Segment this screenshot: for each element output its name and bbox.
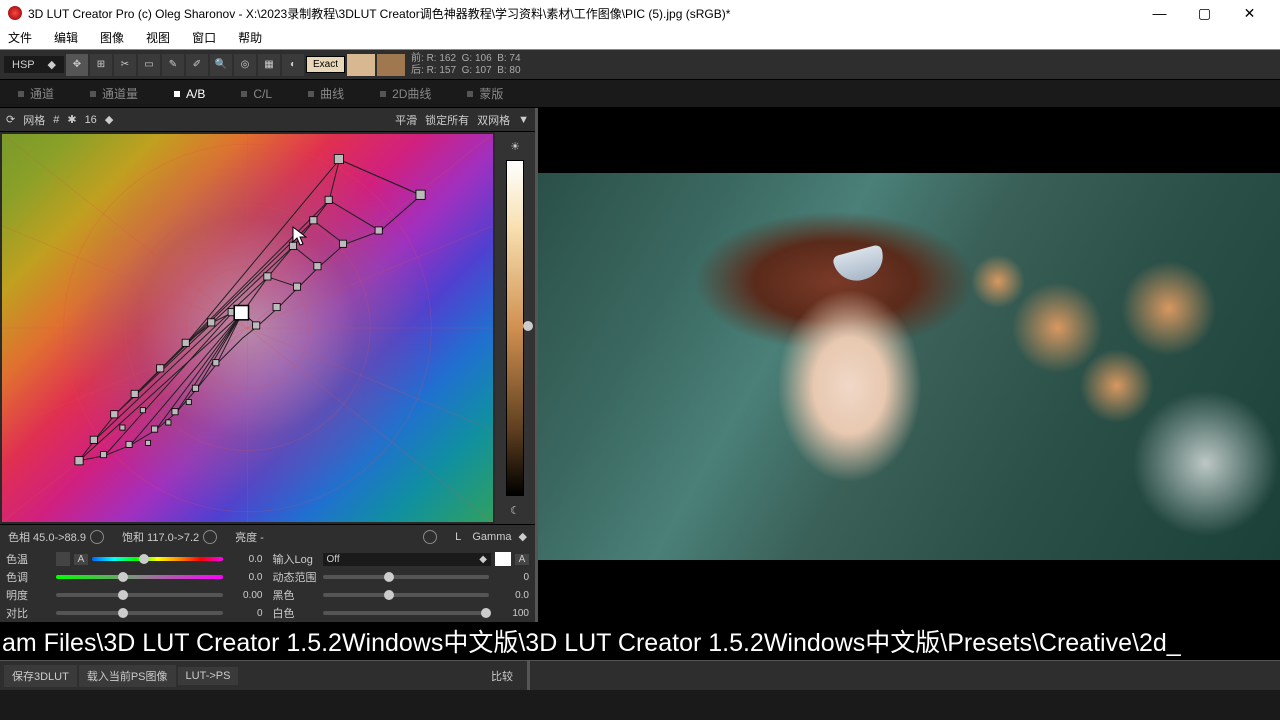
refresh-icon[interactable]: ⟳ xyxy=(6,113,15,126)
lockall-button[interactable]: 锁定所有 xyxy=(425,112,469,128)
grid-label: 网格 xyxy=(23,112,45,128)
menu-bar: 文件 编辑 图像 视图 窗口 帮助 xyxy=(0,26,1280,50)
grid-hash-icon[interactable]: # xyxy=(53,114,59,126)
flip-tool-icon[interactable]: ◐ xyxy=(282,54,304,76)
grid2-tool-icon[interactable]: ▦ xyxy=(258,54,280,76)
lut-to-ps-button[interactable]: LUT->PS xyxy=(178,667,239,685)
auto-toggle[interactable]: A xyxy=(74,554,88,565)
tab-mask[interactable]: 蒙版 xyxy=(449,80,521,108)
grid-tool-icon[interactable]: ⊞ xyxy=(90,54,112,76)
path-bar: am Files\3D LUT Creator 1.5.2Windows中文版\… xyxy=(0,622,1280,660)
色调-slider[interactable] xyxy=(56,575,223,579)
dropdown-icon[interactable]: ▼ xyxy=(518,114,529,126)
swatch-before[interactable] xyxy=(347,54,375,76)
hue-readout: 色相 45.0->88.9 xyxy=(8,529,86,545)
swatch[interactable] xyxy=(495,552,511,566)
dualgrid-button[interactable]: 双网格 xyxy=(477,112,510,128)
明度-label: 明度 xyxy=(6,587,52,603)
menu-window[interactable]: 窗口 xyxy=(188,29,220,46)
swatch-after[interactable] xyxy=(377,54,405,76)
sat-reset-icon[interactable] xyxy=(203,530,217,544)
target-tool-icon[interactable]: ◎ xyxy=(234,54,256,76)
rgb-readout: 前: R: 162 G: 106 B: 74 后: R: 157 G: 107 … xyxy=(411,53,521,77)
lum-readout: 亮度 - xyxy=(235,529,264,545)
sun-icon[interactable]: ☀ xyxy=(505,136,525,156)
动态范围-value: 0 xyxy=(493,572,529,583)
grid-size[interactable]: 16 xyxy=(85,114,97,126)
menu-help[interactable]: 帮助 xyxy=(234,29,266,46)
白色-value: 100 xyxy=(493,608,529,619)
色温-label: 色温 xyxy=(6,551,52,567)
动态范围-label: 动态范围 xyxy=(273,569,319,585)
黑色-label: 黑色 xyxy=(273,587,319,603)
对比-slider[interactable] xyxy=(56,611,223,615)
picker-tool-icon[interactable]: ✐ xyxy=(186,54,208,76)
hue-reset-icon[interactable] xyxy=(90,530,104,544)
save-3dlut-button[interactable]: 保存3DLUT xyxy=(4,665,77,687)
marquee-tool-icon[interactable]: ▭ xyxy=(138,54,160,76)
wand-tool-icon[interactable]: ✎ xyxy=(162,54,184,76)
对比-value: 0 xyxy=(227,608,263,619)
黑色-slider[interactable] xyxy=(323,593,490,597)
maximize-button[interactable]: ▢ xyxy=(1182,0,1227,26)
zoom-tool-icon[interactable]: 🔍 xyxy=(210,54,232,76)
compare-button[interactable]: 比较 xyxy=(483,665,521,687)
picker-icon[interactable] xyxy=(56,552,70,566)
动态范围-slider[interactable] xyxy=(323,575,490,579)
gamma-select[interactable]: Gamma xyxy=(472,531,511,543)
cut-tool-icon[interactable]: ✂ xyxy=(114,54,136,76)
tab-channel-amount[interactable]: 通道量 xyxy=(72,80,156,108)
close-button[interactable]: ✕ xyxy=(1227,0,1272,26)
minimize-button[interactable]: — xyxy=(1137,0,1182,26)
色温-value: 0.0 xyxy=(227,554,263,565)
moon-icon[interactable]: ☾ xyxy=(505,500,525,520)
白色-slider[interactable] xyxy=(323,611,490,615)
ab-color-grid[interactable] xyxy=(2,134,493,522)
exact-button[interactable]: Exact xyxy=(306,56,345,73)
tab-curves[interactable]: 曲线 xyxy=(290,80,362,108)
toolbar: HSP◆ ✥ ⊞ ✂ ▭ ✎ ✐ 🔍 ◎ ▦ ◐ Exact 前: R: 162… xyxy=(0,50,1280,80)
grid-star-icon[interactable]: ✱ xyxy=(67,113,76,126)
preview-image xyxy=(538,173,1280,560)
tab-channels[interactable]: 通道 xyxy=(0,80,72,108)
window-title: 3D LUT Creator Pro (c) Oleg Sharonov - X… xyxy=(28,5,1137,22)
gamma-reset-icon[interactable] xyxy=(423,530,437,544)
黑色-value: 0.0 xyxy=(493,590,529,601)
menu-edit[interactable]: 编辑 xyxy=(50,29,82,46)
luminance-slider[interactable] xyxy=(506,160,524,496)
输入Log-dropdown[interactable]: Off◆ xyxy=(323,553,492,566)
明度-value: 0.00 xyxy=(227,590,263,601)
色调-value: 0.0 xyxy=(227,572,263,583)
menu-view[interactable]: 视图 xyxy=(142,29,174,46)
sat-readout: 饱和 117.0->7.2 xyxy=(122,529,199,545)
menu-file[interactable]: 文件 xyxy=(4,29,36,46)
输入Log-label: 输入Log xyxy=(273,551,319,567)
明度-slider[interactable] xyxy=(56,593,223,597)
tab-cl[interactable]: C/L xyxy=(223,80,290,108)
app-icon xyxy=(8,6,22,20)
menu-image[interactable]: 图像 xyxy=(96,29,128,46)
色温-slider[interactable] xyxy=(92,557,223,561)
色调-label: 色调 xyxy=(6,569,52,585)
auto-toggle[interactable]: A xyxy=(515,554,529,565)
对比-label: 对比 xyxy=(6,605,52,621)
smooth-button[interactable]: 平滑 xyxy=(395,112,417,128)
preview-pane[interactable] xyxy=(538,108,1280,624)
tab-bar: 通道 通道量 A/B C/L 曲线 2D曲线 蒙版 xyxy=(0,80,1280,108)
load-ps-button[interactable]: 载入当前PS图像 xyxy=(79,665,176,687)
move-tool-icon[interactable]: ✥ xyxy=(66,54,88,76)
tab-ab[interactable]: A/B xyxy=(156,80,223,108)
colorspace-select[interactable]: HSP◆ xyxy=(4,56,64,73)
grid-spinner-icon[interactable]: ◆ xyxy=(105,113,113,126)
tab-2dcurves[interactable]: 2D曲线 xyxy=(362,80,449,108)
白色-label: 白色 xyxy=(273,605,319,621)
